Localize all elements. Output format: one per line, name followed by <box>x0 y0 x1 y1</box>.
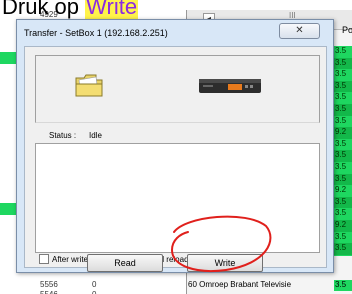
no-reboot-checkbox[interactable] <box>39 254 49 264</box>
close-button[interactable]: ✕ <box>279 23 320 39</box>
value-column: 3.5 3.5 3.5 3.5 3.5 3.5 3.5 9.2 3.5 3.5 3.5 3.5 9.2 3… <box>334 46 352 256</box>
caption-highlight: Write <box>85 0 139 19</box>
value-cell: 3.5 <box>334 173 352 186</box>
table-cell: 0 <box>92 290 96 294</box>
read-button[interactable]: Read <box>87 254 163 272</box>
folder-icon <box>75 74 103 97</box>
value-cell: 3.5 <box>334 243 352 255</box>
value-cell: 3.5 <box>335 162 347 171</box>
value-cell: 9.2 <box>334 127 352 139</box>
status-label: Status : <box>49 131 77 140</box>
table-row: 5556 0 <box>0 280 180 290</box>
caption-prefix: Druk op <box>2 0 86 19</box>
value-cell: 3.5 <box>335 92 347 102</box>
table-row: 5546 0 <box>0 290 180 294</box>
value-cell: 3.5 <box>334 150 352 162</box>
status-value: Idle <box>89 131 102 140</box>
value-cell: 9.2 <box>335 185 347 195</box>
value-cell: 3.5 <box>334 196 352 209</box>
transfer-visual-panel <box>35 55 320 123</box>
column-header[interactable]: Po <box>342 25 352 35</box>
value-cell: 9.2 <box>334 220 352 232</box>
channel-row-value: 3.5 <box>334 280 352 291</box>
table-cell: 5556 <box>40 280 58 289</box>
value-cell: 3.5 <box>335 69 347 79</box>
value-cell: 3.5 <box>335 231 347 241</box>
table-cell: 5546 <box>40 290 58 294</box>
value-cell: 3.5 <box>335 46 347 55</box>
value-cell: 3.5 <box>334 80 352 93</box>
table-cell: 0 <box>92 280 97 289</box>
instruction-caption: Druk op Write <box>2 0 139 20</box>
value-cell: 3.5 <box>335 138 347 148</box>
value-cell: 3.5 <box>334 57 352 70</box>
value-cell: 3.5 <box>335 115 347 125</box>
value-cell: 3.5 <box>334 104 352 116</box>
setbox-device-icon <box>199 79 261 93</box>
value-cell: 3.5 <box>335 208 347 218</box>
dialog-title: Transfer - SetBox 1 (192.168.2.251) <box>24 28 168 38</box>
channel-row-label: 60 Omroep Brabant Televisie <box>188 280 292 289</box>
annotation-circle <box>170 215 272 272</box>
